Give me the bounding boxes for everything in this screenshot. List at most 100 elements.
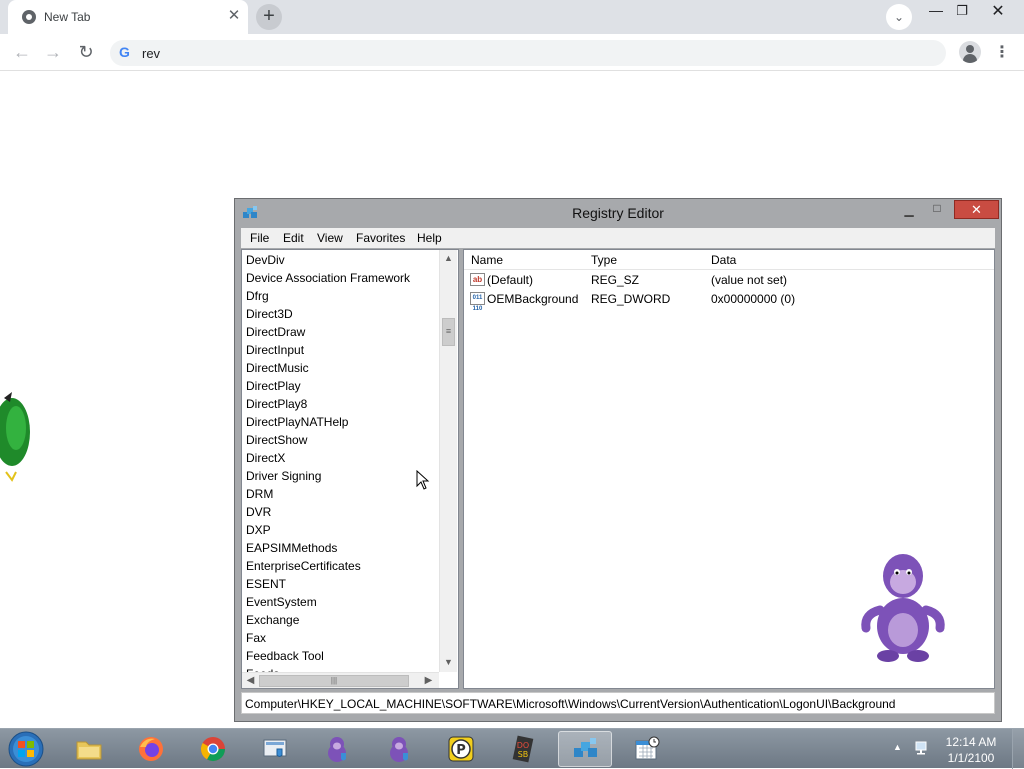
value-type: REG_SZ bbox=[591, 273, 640, 287]
tree-item[interactable]: DirectX bbox=[246, 449, 438, 467]
tree-item[interactable]: DirectPlay bbox=[246, 377, 438, 395]
column-name[interactable]: Name bbox=[471, 253, 503, 267]
svg-text:P: P bbox=[456, 743, 466, 758]
mouse-cursor-icon bbox=[416, 470, 430, 490]
tree-vertical-scrollbar[interactable]: ▲ ≡ ▼ bbox=[439, 250, 457, 672]
google-icon: G bbox=[119, 44, 130, 60]
scroll-left-icon[interactable]: ◀ bbox=[242, 673, 259, 688]
network-icon[interactable] bbox=[914, 740, 932, 756]
bonzi-icon bbox=[328, 737, 346, 762]
clock-time[interactable]: 12:14 AM bbox=[938, 735, 1004, 749]
minimize-icon[interactable]: ▁ bbox=[899, 203, 919, 219]
scroll-thumb[interactable]: ||| bbox=[259, 675, 409, 687]
value-row[interactable]: 011 110 OEMBackground REG_DWORD 0x0000000… bbox=[464, 290, 994, 312]
close-window-icon[interactable]: ✕ bbox=[988, 1, 1008, 21]
back-arrow-icon[interactable]: ← bbox=[10, 40, 34, 64]
forward-arrow-icon[interactable]: → bbox=[41, 40, 65, 64]
window-title: Registry Editor bbox=[572, 205, 664, 221]
address-input[interactable] bbox=[142, 43, 922, 63]
menu-favorites[interactable]: Favorites bbox=[356, 231, 405, 245]
taskbar: P DO SB ▲ 12:14 AM 1/1/2100 bbox=[0, 728, 1024, 769]
chrome-icon bbox=[200, 737, 225, 762]
value-data: (value not set) bbox=[711, 273, 788, 287]
regedit-icon bbox=[574, 738, 597, 757]
tree-item[interactable]: DirectInput bbox=[246, 341, 438, 359]
clock-date[interactable]: 1/1/2100 bbox=[938, 751, 1004, 765]
tree-item[interactable]: EventSystem bbox=[246, 593, 438, 611]
tree-item[interactable]: DirectDraw bbox=[246, 323, 438, 341]
folder-icon bbox=[76, 741, 102, 760]
tree-item[interactable]: DXP bbox=[246, 521, 438, 539]
tree-item[interactable]: Fax bbox=[246, 629, 438, 647]
tree-item[interactable]: Exchange bbox=[246, 611, 438, 629]
scroll-thumb[interactable]: ≡ bbox=[442, 318, 455, 346]
taskbar-bonzibuddy-2[interactable] bbox=[372, 731, 426, 767]
scroll-up-icon[interactable]: ▲ bbox=[440, 250, 457, 267]
taskbar-chrome[interactable] bbox=[186, 731, 240, 767]
omnibox[interactable]: G bbox=[110, 40, 946, 66]
tree-item[interactable]: Feedback Tool bbox=[246, 647, 438, 665]
taskbar-regedit[interactable] bbox=[558, 731, 612, 767]
value-name: (Default) bbox=[487, 273, 534, 287]
tree-item[interactable]: EAPSIMMethods bbox=[246, 539, 438, 557]
show-hidden-icons-icon[interactable]: ▲ bbox=[893, 742, 902, 752]
tab-new-tab[interactable]: New Tab ✕ bbox=[8, 0, 248, 34]
more-vert-icon[interactable]: ⋮ bbox=[994, 42, 1010, 62]
minimize-icon[interactable]: — bbox=[926, 2, 946, 22]
status-path: Computer\HKEY_LOCAL_MACHINE\SOFTWARE\Mic… bbox=[245, 697, 896, 711]
tree-item[interactable]: Driver Signing bbox=[246, 467, 438, 485]
bonzibuddy-character-icon[interactable] bbox=[858, 548, 948, 664]
restore-icon[interactable]: ❐ bbox=[952, 3, 972, 23]
start-button[interactable] bbox=[4, 730, 48, 768]
svg-text:DO: DO bbox=[517, 741, 529, 750]
tree-item[interactable]: Dfrg bbox=[246, 287, 438, 305]
tree-item[interactable]: DRM bbox=[246, 485, 438, 503]
browser-tabstrip: New Tab ✕ + ⌄ — ❐ ✕ bbox=[0, 0, 1024, 34]
firefox-icon bbox=[139, 737, 163, 761]
tree-item[interactable]: DirectPlay8 bbox=[246, 395, 438, 413]
calendar-icon bbox=[635, 736, 660, 760]
column-header: Name Type Data bbox=[464, 250, 994, 270]
close-icon[interactable]: ✕ bbox=[226, 7, 242, 25]
scroll-right-icon[interactable]: ▶ bbox=[420, 673, 437, 688]
maximize-icon[interactable]: □ bbox=[927, 201, 947, 217]
tree-item[interactable]: DevDiv bbox=[246, 251, 438, 269]
value-row[interactable]: ab (Default) REG_SZ (value not set) bbox=[464, 271, 994, 290]
taskbar-dosbox[interactable]: DO SB bbox=[496, 731, 550, 767]
tree-list: DevDiv Device Association Framework Dfrg… bbox=[246, 251, 438, 683]
binary-value-icon: 011 110 bbox=[470, 292, 485, 312]
taskbar-bonzibuddy-1[interactable] bbox=[310, 731, 364, 767]
menu-file[interactable]: File bbox=[250, 231, 269, 245]
key-tree-pane[interactable]: DevDiv Device Association Framework Dfrg… bbox=[241, 249, 459, 689]
tree-item[interactable]: DirectShow bbox=[246, 431, 438, 449]
tree-item[interactable]: DVR bbox=[246, 503, 438, 521]
titlebar[interactable]: Registry Editor ▁ □ ✕ bbox=[235, 199, 1001, 227]
taskbar-p-app[interactable]: P bbox=[434, 731, 488, 767]
menu-edit[interactable]: Edit bbox=[283, 231, 304, 245]
tree-item[interactable]: DirectMusic bbox=[246, 359, 438, 377]
scroll-down-icon[interactable]: ▼ bbox=[440, 654, 457, 671]
tree-item[interactable]: ESENT bbox=[246, 575, 438, 593]
tree-item[interactable]: Direct3D bbox=[246, 305, 438, 323]
menu-view[interactable]: View bbox=[317, 231, 343, 245]
column-type[interactable]: Type bbox=[591, 253, 617, 267]
profile-icon[interactable] bbox=[959, 41, 981, 63]
column-data[interactable]: Data bbox=[711, 253, 736, 267]
taskbar-firefox[interactable] bbox=[124, 731, 178, 767]
reload-icon[interactable]: ↻ bbox=[74, 40, 98, 64]
tab-search-button[interactable]: ⌄ bbox=[886, 4, 912, 30]
tree-item[interactable]: EnterpriseCertificates bbox=[246, 557, 438, 575]
menu-help[interactable]: Help bbox=[417, 231, 442, 245]
value-name: OEMBackground bbox=[487, 292, 579, 306]
tree-horizontal-scrollbar[interactable]: ◀ ||| ▶ bbox=[242, 672, 439, 688]
show-desktop-button[interactable] bbox=[1012, 729, 1024, 769]
string-value-icon: ab bbox=[470, 273, 485, 286]
tree-item[interactable]: Device Association Framework bbox=[246, 269, 438, 287]
tree-item[interactable]: DirectPlayNATHelp bbox=[246, 413, 438, 431]
taskbar-control-panel[interactable] bbox=[248, 731, 302, 767]
new-tab-button[interactable]: + bbox=[256, 4, 282, 30]
bonzi-icon bbox=[390, 737, 408, 762]
close-button[interactable]: ✕ bbox=[954, 200, 999, 219]
taskbar-file-explorer[interactable] bbox=[62, 731, 116, 767]
taskbar-calendar[interactable] bbox=[620, 731, 674, 767]
